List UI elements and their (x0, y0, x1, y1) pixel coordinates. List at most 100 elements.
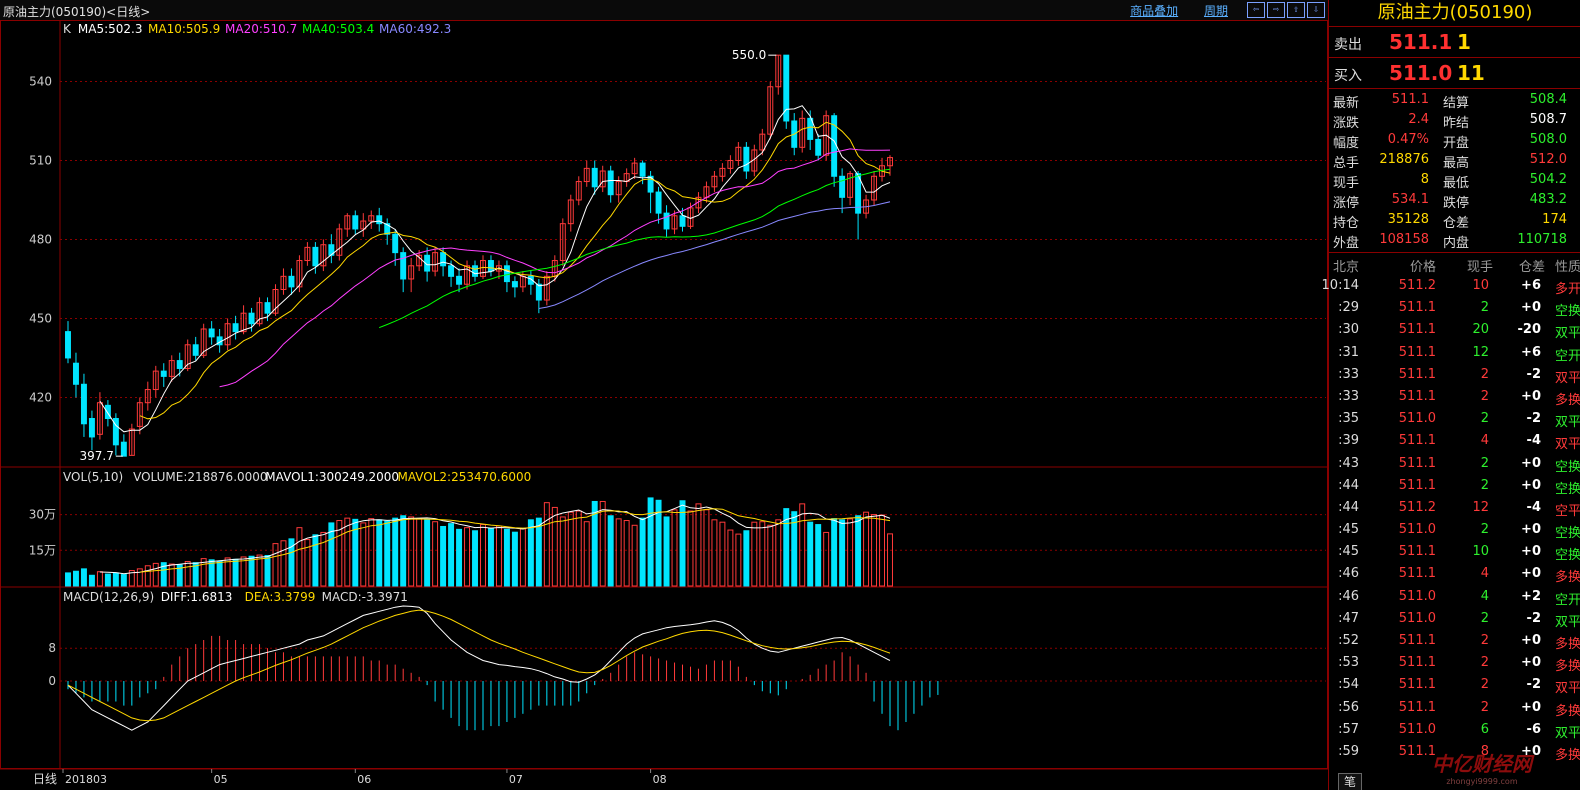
tick-row[interactable]: 10:14 511.2 10 +6 多开 (1322, 275, 1580, 297)
tick-oi-change: +0 (1521, 544, 1541, 560)
bid-row[interactable]: 买入 511.0 11 (1329, 58, 1580, 89)
tick-row[interactable]: :46 511.1 4 +0 多换 (1329, 563, 1580, 585)
volume-bar (65, 572, 71, 587)
ask-row[interactable]: 卖出 511.1 1 (1329, 27, 1580, 58)
kline-chart[interactable]: 540 510 480 450 420 30万 15万 8 0 K MA5:502.3 MA10:50… (0, 0, 1328, 790)
volume-bar (495, 525, 502, 587)
watermark-logo: 中亿财经网 zhongyi9999.com (1432, 748, 1532, 786)
tick-list[interactable]: 10:14 511.2 10 +6 多开:29 511.1 2 +0 空换:30 511.1 20 -… (1322, 275, 1580, 763)
stat-value: 218876 (1379, 152, 1429, 167)
tick-time: :52 (1338, 633, 1359, 648)
ticks-tab[interactable]: 笔 (1338, 773, 1362, 790)
tick-row[interactable]: :33 511.1 2 +0 多换 (1329, 386, 1580, 408)
volume-bar (432, 521, 439, 587)
tick-row[interactable]: :30 511.1 20 -20 双平 (1329, 319, 1580, 341)
tick-row[interactable]: :44 511.1 2 +0 空换 (1329, 475, 1580, 497)
tick-price: 511.1 (1398, 344, 1436, 360)
volume-bar (264, 555, 271, 587)
stat-label: 幅度 (1333, 136, 1360, 151)
volume-bar (256, 554, 263, 587)
tick-row[interactable]: :52 511.1 2 +0 多换 (1329, 630, 1580, 652)
tick-price: 511.1 (1398, 433, 1436, 449)
tick-nature: 多换 (1554, 659, 1580, 675)
dea-line (67, 609, 891, 722)
volume-bar (184, 560, 191, 587)
tick-time: :46 (1338, 588, 1359, 604)
ticks-header-nature: 性质 (1554, 260, 1580, 275)
candle-body (248, 312, 255, 325)
tick-time: :44 (1338, 499, 1359, 515)
ticks-header-oi: 仓差 (1518, 260, 1545, 275)
tick-oi-change: +0 (1521, 455, 1541, 471)
diff-line (67, 605, 891, 731)
tick-row[interactable]: :54 511.1 2 -2 双平 (1329, 674, 1580, 696)
tick-row[interactable]: :43 511.1 2 +0 空换 (1329, 453, 1580, 475)
tick-row[interactable]: :53 511.1 2 +0 多换 (1329, 652, 1580, 674)
stat-row: 外盘 108158 内盘 110718 (1329, 230, 1580, 251)
tick-row[interactable]: :47 511.0 2 -2 双平 (1329, 608, 1580, 630)
candle-body (65, 331, 71, 359)
stat-value: 508.7 (1529, 112, 1567, 127)
candle-body (208, 328, 215, 338)
tick-nature: 多开 (1554, 282, 1580, 297)
tick-nature: 多换 (1554, 747, 1580, 763)
price-tick-label: 540 (29, 74, 52, 88)
x-tick-label: 08 (653, 773, 667, 786)
tick-row[interactable]: :45 511.1 10 +0 空换 (1329, 541, 1580, 563)
stat-label: 涨停 (1333, 196, 1360, 211)
tick-oi-change: -4 (1526, 433, 1541, 449)
volume-bar (320, 531, 327, 587)
legend-item: K (63, 22, 72, 36)
volume-bar (88, 574, 95, 587)
volume-bar (687, 510, 694, 587)
tick-row[interactable]: :44 511.2 12 -4 空平 (1329, 497, 1580, 519)
volume-bar (440, 525, 447, 587)
volume-bar (623, 520, 630, 587)
stat-value: 35128 (1387, 212, 1429, 227)
tick-row[interactable]: :45 511.0 2 +0 空换 (1329, 519, 1580, 541)
tick-row[interactable]: :31 511.1 12 +6 空开 (1329, 342, 1580, 364)
tick-time: :35 (1338, 411, 1359, 427)
tick-time: :59 (1338, 743, 1359, 759)
volume-bar (296, 527, 303, 587)
volume-bar (120, 574, 127, 587)
chart-frame (0, 20, 1328, 769)
tick-row[interactable]: :46 511.0 4 +2 空开 (1329, 586, 1580, 608)
tick-row[interactable]: :33 511.1 2 -2 双平 (1329, 364, 1580, 386)
stat-value: 512.0 (1529, 152, 1567, 167)
volume-bar (152, 562, 159, 587)
ticks-header: 北京 价格 现手 仓差 性质 (1329, 253, 1580, 275)
tick-volume: 2 (1480, 655, 1489, 671)
candle-body (639, 162, 646, 177)
tick-row[interactable]: :29 511.1 2 +0 空换 (1329, 297, 1580, 319)
tick-row[interactable]: :39 511.1 4 -4 双平 (1329, 430, 1580, 452)
stat-row: 总手 218876 最高 512.0 (1329, 150, 1580, 171)
tick-time: :56 (1338, 699, 1359, 715)
volume-bar (663, 516, 670, 587)
tick-row[interactable]: :57 511.0 6 -6 双平 (1329, 719, 1580, 741)
stat-label: 开盘 (1443, 136, 1470, 151)
tick-oi-change: -2 (1526, 411, 1541, 427)
volume-bar (376, 519, 383, 587)
stat-value: 483.2 (1529, 192, 1567, 207)
tick-volume: 6 (1480, 721, 1489, 737)
tick-oi-change: +0 (1521, 633, 1541, 648)
volume-bar (96, 571, 103, 587)
ma60-line (538, 201, 891, 309)
volume-bar (312, 534, 319, 587)
x-tick-label: 201803 (65, 773, 107, 786)
tick-volume: 2 (1480, 388, 1489, 404)
candle-body (663, 212, 670, 230)
tick-volume: 2 (1480, 522, 1489, 538)
tick-row[interactable]: :35 511.0 2 -2 双平 (1329, 408, 1580, 430)
volume-bar (112, 572, 119, 587)
stat-label: 现手 (1333, 176, 1360, 191)
volume-bar (472, 530, 478, 587)
macd-tick-label: 8 (48, 641, 56, 655)
volume-bar (280, 540, 287, 587)
tick-price: 511.0 (1398, 588, 1436, 604)
tick-price: 511.1 (1398, 322, 1436, 338)
candle-body (400, 252, 407, 280)
tick-price: 511.1 (1398, 743, 1436, 759)
tick-row[interactable]: :56 511.1 2 +0 多换 (1329, 697, 1580, 719)
